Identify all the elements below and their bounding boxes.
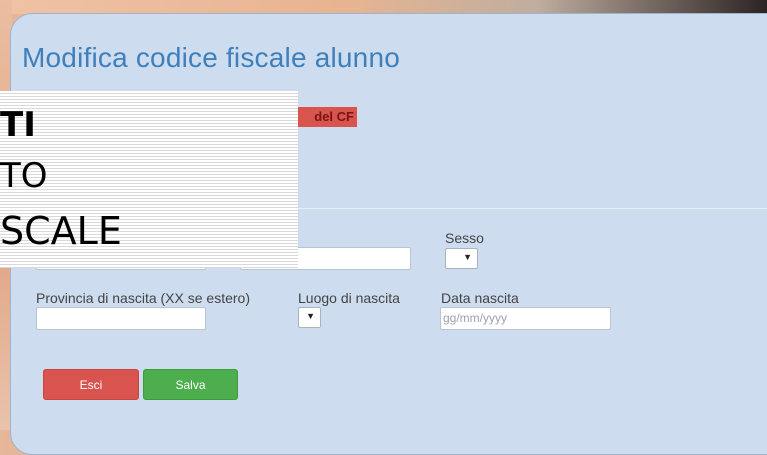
save-button[interactable]: Salva <box>143 369 238 400</box>
birthdate-label: Data nascita <box>441 290 519 306</box>
overlay-line-1: TI <box>0 105 36 145</box>
page-title: Modifica codice fiscale alunno <box>22 42 400 73</box>
chevron-down-icon: ▼ <box>463 252 472 262</box>
birthplace-select[interactable]: ▼ <box>298 307 321 328</box>
top-background-strip <box>0 0 767 14</box>
birthplace-label: Luogo di nascita <box>298 290 400 306</box>
birthdate-field[interactable]: gg/mm/yyyy <box>440 307 611 330</box>
province-field[interactable] <box>36 307 206 330</box>
birthdate-placeholder: gg/mm/yyyy <box>443 311 508 325</box>
exit-button[interactable]: Esci <box>43 369 139 400</box>
sex-select[interactable]: ▼ <box>445 248 478 269</box>
province-label: Provincia di nascita (XX se estero) <box>36 290 250 306</box>
overlay-line-2: TO <box>0 156 48 196</box>
chevron-down-icon: ▼ <box>306 311 315 321</box>
sex-label: Sesso <box>445 230 484 246</box>
alert-text: del CF <box>314 109 354 124</box>
overlay-line-3: SCALE <box>0 209 122 253</box>
